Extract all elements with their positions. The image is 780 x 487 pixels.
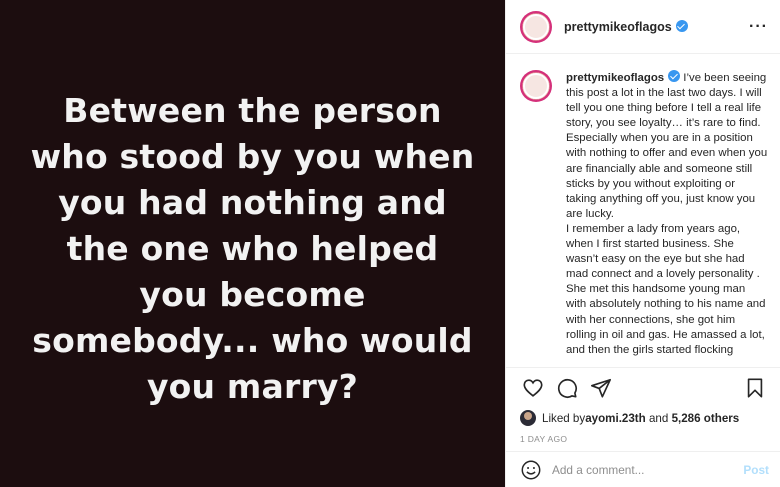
image-text-line: the one who helped [66, 228, 439, 268]
comment-icon [557, 378, 577, 398]
avatar-image [523, 13, 549, 40]
verified-badge-icon [675, 19, 688, 32]
likes-others-link[interactable]: 5,286 others [672, 412, 740, 425]
heart-icon [523, 378, 543, 397]
avatar[interactable] [520, 10, 552, 43]
post-timestamp[interactable]: 1 DAY AGO [506, 429, 780, 451]
more-options-icon[interactable]: ··· [749, 18, 768, 36]
caption-paragraph-2: I remember a lady from years ago, when I… [566, 222, 766, 356]
comment-input[interactable] [552, 462, 744, 477]
image-text-line: Between the person [63, 90, 442, 130]
caption-paragraph-1-text: I’ve been seeing this post a lot in the … [566, 72, 768, 220]
image-text-line: you had nothing and [58, 182, 447, 222]
likes-summary: Liked by ayomi.23th and 5,286 others [506, 407, 780, 429]
caption-area: prettymikeoflagos I’ve been seeing this … [506, 54, 780, 367]
verified-badge-icon [668, 70, 681, 82]
post-image-text: Between the person who stood by you when… [31, 88, 475, 410]
header-username-text[interactable]: prettymikeoflagos [564, 20, 672, 34]
post-comment-button[interactable]: Post [743, 463, 769, 477]
image-text-line: you marry? [146, 366, 358, 406]
liker-avatar[interactable] [520, 410, 536, 426]
post-image[interactable]: Between the person who stood by you when… [0, 0, 505, 487]
share-icon [591, 378, 611, 398]
image-text-line: you become [139, 274, 366, 314]
header-username[interactable]: prettymikeoflagos [564, 19, 688, 34]
post-modal: Between the person who stood by you when… [0, 0, 780, 487]
caption-username[interactable]: prettymikeoflagos [566, 72, 664, 84]
caption-avatar-image [523, 73, 549, 99]
comment-bar: Post [506, 451, 780, 487]
comment-button[interactable] [554, 375, 580, 401]
caption-avatar[interactable] [520, 70, 552, 102]
action-bar [506, 367, 780, 407]
smiley-icon[interactable] [520, 459, 542, 481]
bookmark-icon [747, 377, 763, 398]
liker-username[interactable]: ayomi.23th [585, 412, 646, 425]
share-button[interactable] [588, 375, 614, 401]
save-button[interactable] [742, 375, 768, 401]
image-text-line: who stood by you when [30, 136, 475, 176]
caption-paragraph-1: prettymikeoflagos I’ve been seeing this … [566, 70, 768, 222]
like-button[interactable] [520, 375, 546, 401]
post-header: prettymikeoflagos ··· [506, 0, 780, 54]
image-text-line: somebody... who would [32, 320, 473, 360]
likes-middle: and [645, 411, 672, 425]
caption-text: prettymikeoflagos I’ve been seeing this … [566, 70, 768, 367]
post-side-panel: prettymikeoflagos ··· prettymikeoflagos … [505, 0, 780, 487]
likes-prefix: Liked by [542, 411, 586, 425]
